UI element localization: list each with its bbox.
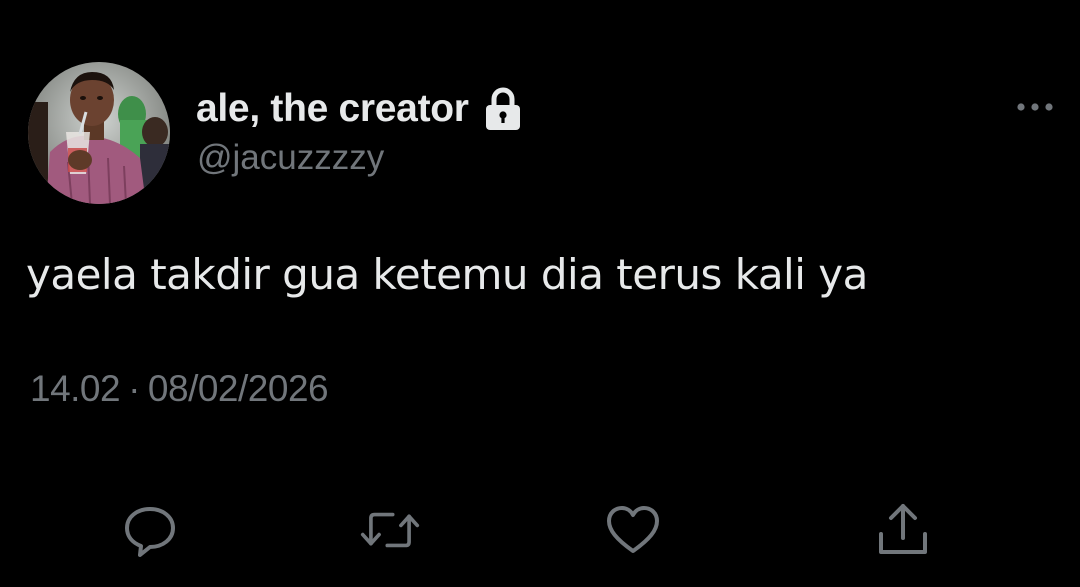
meta-separator: · bbox=[128, 368, 140, 409]
heart-icon bbox=[607, 506, 659, 553]
retweet-icon bbox=[360, 512, 420, 548]
display-name[interactable]: ale, the creator bbox=[196, 87, 469, 131]
reply-button[interactable] bbox=[120, 500, 180, 560]
retweet-button[interactable] bbox=[360, 500, 420, 560]
tweet-text: yaela takdir gua ketemu dia terus kali y… bbox=[26, 250, 868, 299]
avatar[interactable] bbox=[28, 62, 170, 204]
share-icon bbox=[879, 504, 927, 554]
reply-icon bbox=[125, 507, 175, 557]
share-button[interactable] bbox=[873, 500, 933, 560]
more-horizontal-icon bbox=[1017, 103, 1053, 111]
tweet-date: 08/02/2026 bbox=[147, 368, 329, 409]
avatar-photo-icon bbox=[28, 62, 170, 204]
author-handle[interactable]: @jacuzzzzy bbox=[197, 138, 384, 178]
lock-icon bbox=[483, 86, 523, 132]
tweet: ale, the creator @jacuzzzzy yaela takdir… bbox=[0, 0, 1080, 587]
tweet-timestamp[interactable]: 14.02 · 08/02/2026 bbox=[30, 368, 329, 410]
more-options-button[interactable] bbox=[1010, 92, 1060, 122]
author-name-row: ale, the creator bbox=[196, 84, 523, 134]
like-button[interactable] bbox=[603, 500, 663, 560]
tweet-time: 14.02 bbox=[30, 368, 121, 409]
